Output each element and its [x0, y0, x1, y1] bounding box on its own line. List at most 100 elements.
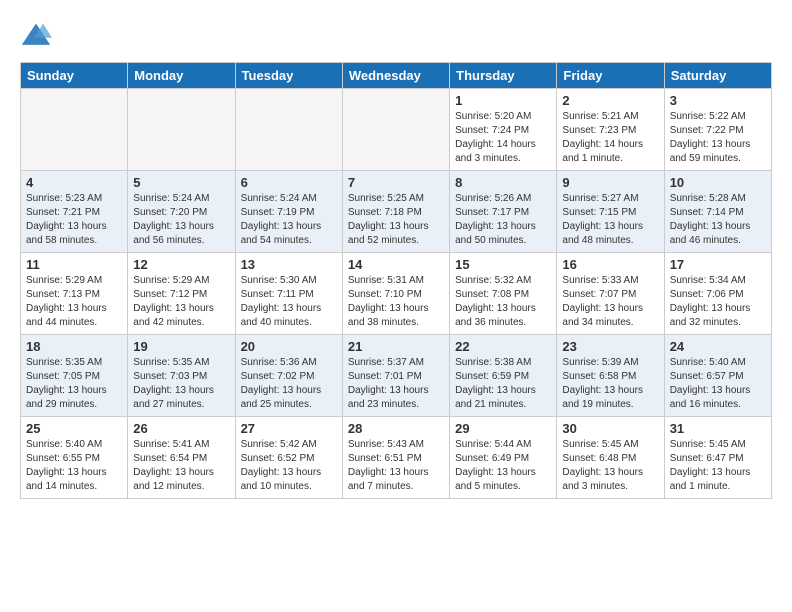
- calendar-day-cell: 29 Sunrise: 5:44 AM Sunset: 6:49 PM Dayli…: [450, 417, 557, 499]
- calendar-day-cell: 5 Sunrise: 5:24 AM Sunset: 7:20 PM Daylig…: [128, 171, 235, 253]
- day-number: 3: [670, 93, 766, 108]
- logo: [20, 20, 56, 52]
- header: [20, 20, 772, 52]
- day-info: Sunrise: 5:39 AM Sunset: 6:58 PM Dayligh…: [562, 356, 658, 412]
- day-number: 11: [26, 257, 122, 272]
- day-number: 2: [562, 93, 658, 108]
- calendar-day-cell: 15Sunrise: 5:32 AM Sunset: 7:08 PM Dayli…: [450, 253, 557, 335]
- calendar-week-row: 1 Sunrise: 5:20 AM Sunset: 7:24 PM Daylig…: [21, 89, 772, 171]
- day-number: 26: [133, 421, 229, 436]
- day-info: Sunrise: 5:24 AM Sunset: 7:19 PM Dayligh…: [241, 192, 337, 248]
- calendar-day-cell: 20 Sunrise: 5:36 AM Sunset: 7:02 PM Dayli…: [235, 335, 342, 417]
- calendar-day-cell: [21, 89, 128, 171]
- calendar-day-cell: 27 Sunrise: 5:42 AM Sunset: 6:52 PM Dayli…: [235, 417, 342, 499]
- day-info: Sunrise: 5:27 AM Sunset: 7:15 PM Dayligh…: [562, 192, 658, 248]
- calendar-day-cell: 4 Sunrise: 5:23 AM Sunset: 7:21 PM Daylig…: [21, 171, 128, 253]
- calendar-day-cell: 12Sunrise: 5:29 AM Sunset: 7:12 PM Dayli…: [128, 253, 235, 335]
- day-info: Sunrise: 5:35 AM Sunset: 7:05 PM Dayligh…: [26, 356, 122, 412]
- day-number: 8: [455, 175, 551, 190]
- calendar-week-row: 11 Sunrise: 5:29 AM Sunset: 7:13 PM Dayli…: [21, 253, 772, 335]
- weekday-header: Tuesday: [235, 63, 342, 89]
- day-info: Sunrise: 5:34 AM Sunset: 7:06 PM Dayligh…: [670, 274, 766, 330]
- day-number: 7: [348, 175, 444, 190]
- calendar-day-cell: 6Sunrise: 5:24 AM Sunset: 7:19 PM Daylig…: [235, 171, 342, 253]
- day-number: 9: [562, 175, 658, 190]
- calendar-day-cell: 22 Sunrise: 5:38 AM Sunset: 6:59 PM Dayli…: [450, 335, 557, 417]
- calendar-day-cell: 1 Sunrise: 5:20 AM Sunset: 7:24 PM Daylig…: [450, 89, 557, 171]
- day-info: Sunrise: 5:36 AM Sunset: 7:02 PM Dayligh…: [241, 356, 337, 412]
- day-info: Sunrise: 5:43 AM Sunset: 6:51 PM Dayligh…: [348, 438, 444, 494]
- weekday-header: Friday: [557, 63, 664, 89]
- calendar-day-cell: 25Sunrise: 5:40 AM Sunset: 6:55 PM Dayli…: [21, 417, 128, 499]
- calendar-day-cell: 26 Sunrise: 5:41 AM Sunset: 6:54 PM Dayli…: [128, 417, 235, 499]
- page: SundayMondayTuesdayWednesdayThursdayFrid…: [0, 0, 792, 509]
- calendar-day-cell: 13Sunrise: 5:30 AM Sunset: 7:11 PM Dayli…: [235, 253, 342, 335]
- weekday-header: Monday: [128, 63, 235, 89]
- calendar-day-cell: 18 Sunrise: 5:35 AM Sunset: 7:05 PM Dayli…: [21, 335, 128, 417]
- day-number: 24: [670, 339, 766, 354]
- day-info: Sunrise: 5:38 AM Sunset: 6:59 PM Dayligh…: [455, 356, 551, 412]
- day-number: 29: [455, 421, 551, 436]
- day-info: Sunrise: 5:21 AM Sunset: 7:23 PM Dayligh…: [562, 110, 658, 166]
- day-number: 10: [670, 175, 766, 190]
- weekday-header: Wednesday: [342, 63, 449, 89]
- day-info: Sunrise: 5:42 AM Sunset: 6:52 PM Dayligh…: [241, 438, 337, 494]
- day-info: Sunrise: 5:33 AM Sunset: 7:07 PM Dayligh…: [562, 274, 658, 330]
- day-info: Sunrise: 5:40 AM Sunset: 6:55 PM Dayligh…: [26, 438, 122, 494]
- calendar-day-cell: 28 Sunrise: 5:43 AM Sunset: 6:51 PM Dayli…: [342, 417, 449, 499]
- day-number: 31: [670, 421, 766, 436]
- day-number: 21: [348, 339, 444, 354]
- calendar-day-cell: 3Sunrise: 5:22 AM Sunset: 7:22 PM Daylig…: [664, 89, 771, 171]
- day-info: Sunrise: 5:20 AM Sunset: 7:24 PM Dayligh…: [455, 110, 551, 166]
- weekday-header: Thursday: [450, 63, 557, 89]
- day-info: Sunrise: 5:31 AM Sunset: 7:10 PM Dayligh…: [348, 274, 444, 330]
- calendar-day-cell: 9 Sunrise: 5:27 AM Sunset: 7:15 PM Daylig…: [557, 171, 664, 253]
- day-info: Sunrise: 5:37 AM Sunset: 7:01 PM Dayligh…: [348, 356, 444, 412]
- day-info: Sunrise: 5:35 AM Sunset: 7:03 PM Dayligh…: [133, 356, 229, 412]
- day-number: 27: [241, 421, 337, 436]
- day-number: 30: [562, 421, 658, 436]
- day-number: 13: [241, 257, 337, 272]
- day-info: Sunrise: 5:26 AM Sunset: 7:17 PM Dayligh…: [455, 192, 551, 248]
- calendar-day-cell: [128, 89, 235, 171]
- weekday-header: Sunday: [21, 63, 128, 89]
- day-info: Sunrise: 5:24 AM Sunset: 7:20 PM Dayligh…: [133, 192, 229, 248]
- calendar-day-cell: 21 Sunrise: 5:37 AM Sunset: 7:01 PM Dayli…: [342, 335, 449, 417]
- day-number: 20: [241, 339, 337, 354]
- day-number: 5: [133, 175, 229, 190]
- logo-icon: [20, 20, 52, 52]
- day-number: 18: [26, 339, 122, 354]
- day-number: 22: [455, 339, 551, 354]
- calendar-day-cell: [342, 89, 449, 171]
- day-number: 1: [455, 93, 551, 108]
- calendar: SundayMondayTuesdayWednesdayThursdayFrid…: [20, 62, 772, 499]
- calendar-day-cell: 10Sunrise: 5:28 AM Sunset: 7:14 PM Dayli…: [664, 171, 771, 253]
- day-info: Sunrise: 5:25 AM Sunset: 7:18 PM Dayligh…: [348, 192, 444, 248]
- calendar-day-cell: 19 Sunrise: 5:35 AM Sunset: 7:03 PM Dayli…: [128, 335, 235, 417]
- day-number: 17: [670, 257, 766, 272]
- calendar-day-cell: 14 Sunrise: 5:31 AM Sunset: 7:10 PM Dayli…: [342, 253, 449, 335]
- day-info: Sunrise: 5:45 AM Sunset: 6:48 PM Dayligh…: [562, 438, 658, 494]
- day-number: 16: [562, 257, 658, 272]
- day-info: Sunrise: 5:29 AM Sunset: 7:13 PM Dayligh…: [26, 274, 122, 330]
- calendar-day-cell: 11 Sunrise: 5:29 AM Sunset: 7:13 PM Dayli…: [21, 253, 128, 335]
- day-number: 19: [133, 339, 229, 354]
- day-number: 28: [348, 421, 444, 436]
- day-info: Sunrise: 5:44 AM Sunset: 6:49 PM Dayligh…: [455, 438, 551, 494]
- day-info: Sunrise: 5:32 AM Sunset: 7:08 PM Dayligh…: [455, 274, 551, 330]
- day-info: Sunrise: 5:23 AM Sunset: 7:21 PM Dayligh…: [26, 192, 122, 248]
- calendar-day-cell: 8 Sunrise: 5:26 AM Sunset: 7:17 PM Daylig…: [450, 171, 557, 253]
- day-number: 4: [26, 175, 122, 190]
- calendar-day-cell: 16 Sunrise: 5:33 AM Sunset: 7:07 PM Dayli…: [557, 253, 664, 335]
- weekday-header: Saturday: [664, 63, 771, 89]
- day-number: 23: [562, 339, 658, 354]
- day-info: Sunrise: 5:41 AM Sunset: 6:54 PM Dayligh…: [133, 438, 229, 494]
- calendar-day-cell: 2 Sunrise: 5:21 AM Sunset: 7:23 PM Daylig…: [557, 89, 664, 171]
- day-info: Sunrise: 5:29 AM Sunset: 7:12 PM Dayligh…: [133, 274, 229, 330]
- calendar-day-cell: 24 Sunrise: 5:40 AM Sunset: 6:57 PM Dayli…: [664, 335, 771, 417]
- calendar-week-row: 4 Sunrise: 5:23 AM Sunset: 7:21 PM Daylig…: [21, 171, 772, 253]
- day-number: 14: [348, 257, 444, 272]
- calendar-day-cell: 23 Sunrise: 5:39 AM Sunset: 6:58 PM Dayli…: [557, 335, 664, 417]
- calendar-week-row: 18 Sunrise: 5:35 AM Sunset: 7:05 PM Dayli…: [21, 335, 772, 417]
- day-info: Sunrise: 5:40 AM Sunset: 6:57 PM Dayligh…: [670, 356, 766, 412]
